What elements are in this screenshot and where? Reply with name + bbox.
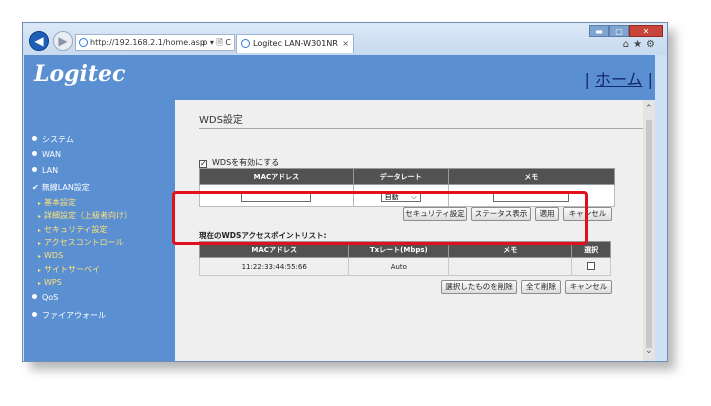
- arrow-icon: ▸: [38, 213, 42, 220]
- arrow-icon: ▸: [38, 240, 42, 247]
- bullet-icon: [32, 151, 37, 156]
- bullet-icon: [32, 294, 37, 299]
- sidebar-item-label: LAN: [42, 166, 59, 175]
- sidebar: システム WAN LAN ✔ 無線LAN設定 ▸ 基本設定 ▸ 詳細設定（上級者向け）…: [24, 100, 175, 361]
- address-url: http://192.168.2.1/home.asp: [90, 38, 205, 47]
- row-rate: Auto: [348, 257, 450, 276]
- sidebar-item-firewall[interactable]: ファイアウォール: [32, 310, 106, 321]
- memo-header: メモ: [447, 168, 616, 185]
- address-bar[interactable]: http://192.168.2.1/home.asp ρ ▾ 🗎 C: [75, 34, 235, 51]
- sidebar-item-lan[interactable]: LAN: [32, 166, 58, 175]
- window-controls: ▬ ▢ ✕: [589, 25, 663, 37]
- sidebar-item-wan[interactable]: WAN: [32, 150, 61, 159]
- header-banner: Logitec | ホーム |: [24, 55, 655, 100]
- sidebar-item-system[interactable]: システム: [32, 134, 74, 145]
- vertical-scrollbar[interactable]: ⌃ ⌄: [643, 100, 655, 361]
- subitem-label: セキュリティ設定: [44, 225, 108, 234]
- row-select-cell: [571, 257, 611, 276]
- sidebar-subitem-basic[interactable]: ▸ 基本設定: [38, 197, 76, 208]
- sidebar-subitem-site-survey[interactable]: ▸ サイトサーベイ: [38, 264, 100, 275]
- page-title: WDS設定: [199, 115, 243, 126]
- home-link[interactable]: ホーム: [595, 70, 643, 89]
- delete-all-button[interactable]: 全て削除: [521, 280, 561, 294]
- sidebar-subitem-wps[interactable]: ▸ WPS: [38, 278, 62, 287]
- row-memo: [448, 257, 573, 276]
- close-window-button[interactable]: ✕: [629, 25, 663, 37]
- table-row: 11:22:33:44:55:66 Auto: [198, 257, 611, 276]
- subitem-label: サイトサーベイ: [44, 265, 101, 274]
- title-divider: [199, 128, 643, 129]
- sidebar-item-wireless[interactable]: ✔ 無線LAN設定: [32, 182, 90, 193]
- bullet-icon: [32, 312, 37, 317]
- home-prefix: |: [584, 70, 590, 89]
- sidebar-subitem-access-control[interactable]: ▸ アクセスコントロール: [38, 237, 124, 248]
- sidebar-item-label: WAN: [42, 150, 61, 159]
- enable-wds-label: WDSを有効にする: [212, 158, 280, 167]
- scroll-down-icon[interactable]: ⌄: [645, 346, 653, 356]
- back-button[interactable]: ◀: [29, 31, 49, 51]
- sidebar-subitem-wds[interactable]: ▸ WDS: [38, 251, 63, 260]
- arrow-icon: ▸: [38, 200, 42, 207]
- subitem-label: 基本設定: [44, 198, 77, 207]
- star-icon[interactable]: ★: [633, 39, 646, 50]
- delete-selected-button[interactable]: 選択したものを削除: [441, 280, 517, 294]
- highlight-box: [172, 191, 588, 245]
- home-suffix: |: [647, 70, 653, 89]
- home-icon[interactable]: ⌂: [623, 39, 633, 50]
- sidebar-subitem-advanced[interactable]: ▸ 詳細設定（上級者向け）: [38, 210, 132, 221]
- sidebar-item-label: ファイアウォール: [42, 311, 106, 320]
- row-select-checkbox[interactable]: [587, 262, 596, 270]
- sidebar-item-label: システム: [42, 135, 74, 144]
- subitem-label: アクセスコントロール: [44, 238, 124, 247]
- forward-button[interactable]: ▶: [53, 31, 73, 51]
- arrow-icon: ▸: [38, 227, 42, 234]
- bullet-icon: [32, 136, 37, 141]
- minimize-button[interactable]: ▬: [589, 25, 609, 37]
- rate-header: データレート: [352, 168, 449, 185]
- tab-close-icon[interactable]: ×: [342, 35, 349, 52]
- sidebar-subitem-security[interactable]: ▸ セキュリティ設定: [38, 224, 108, 235]
- ie-icon: [241, 39, 250, 48]
- arrow-icon: ▸: [38, 253, 42, 260]
- home-link-wrap: | ホーム |: [585, 66, 654, 90]
- enable-wds-checkbox[interactable]: ✓: [199, 160, 207, 168]
- arrow-icon: ▸: [38, 267, 42, 274]
- row-mac: 11:22:33:44:55:66: [198, 257, 350, 276]
- sidebar-item-qos[interactable]: QoS: [32, 293, 58, 302]
- sidebar-item-label: 無線LAN設定: [41, 183, 90, 192]
- subitem-label: 詳細設定（上級者向け）: [44, 211, 133, 220]
- logitec-logo: Logitec: [34, 61, 126, 87]
- ie-icon: [79, 38, 88, 47]
- subitem-label: WPS: [44, 278, 62, 287]
- enable-wds-row: ✓ WDSを有効にする: [199, 157, 279, 168]
- mac-header: MACアドレス: [199, 168, 354, 185]
- tab-title: Logitec LAN-W301NR: [253, 39, 338, 48]
- scroll-up-icon[interactable]: ⌃: [645, 104, 653, 114]
- browser-toolbar: ◀ ▶ http://192.168.2.1/home.asp ρ ▾ 🗎 C …: [23, 23, 667, 55]
- sidebar-item-label: QoS: [42, 293, 59, 302]
- check-icon: ✔: [32, 183, 39, 192]
- browser-tab[interactable]: Logitec LAN-W301NR ×: [236, 34, 354, 53]
- bullet-icon: [32, 167, 37, 172]
- subitem-label: WDS: [44, 251, 64, 260]
- address-controls[interactable]: ρ ▾ 🗎 C: [202, 35, 231, 50]
- maximize-button[interactable]: ▢: [609, 25, 629, 37]
- wds-ap-list-table: MACアドレス Txレート(Mbps) メモ 選択 11:22:33:44:55…: [198, 241, 611, 276]
- cancel-list-button[interactable]: キャンセル: [565, 280, 612, 294]
- arrow-icon: ▸: [38, 280, 42, 287]
- gear-icon[interactable]: ⚙: [646, 39, 659, 50]
- scrollbar-thumb[interactable]: [646, 120, 652, 348]
- browser-tools: ⌂★⚙: [623, 39, 659, 50]
